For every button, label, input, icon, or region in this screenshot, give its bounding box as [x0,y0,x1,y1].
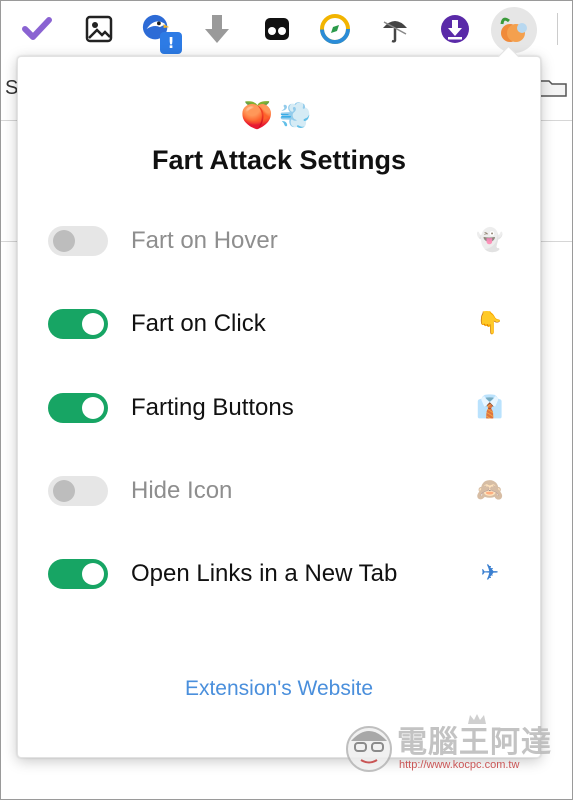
hide-icon-toggle[interactable] [48,476,108,506]
extension-website-link[interactable]: Extension's Website [18,677,540,701]
setting-label: Fart on Click [131,310,266,337]
shirt-icon: 👔 [476,395,504,420]
toggle-knob [53,230,75,252]
ghost-icon: 👻 [476,228,504,253]
toggle-knob [53,480,75,502]
peach-wind-logo-icon: 🍑💨 [240,101,318,131]
watermark: 電腦王阿達 http://www.kocpc.com.tw [341,713,561,783]
see-no-evil-monkey-icon: 🙈 [476,478,504,503]
setting-label: Farting Buttons [131,394,294,421]
ghost-extension-icon[interactable] [261,13,293,45]
toolbar-separator [557,13,558,45]
toggle-knob [82,397,104,419]
toggle-knob [82,563,104,585]
download-arrow-extension-icon[interactable] [201,13,233,45]
image-extension-icon[interactable] [83,13,115,45]
farting-buttons-toggle[interactable] [48,393,108,423]
fart-on-hover-toggle[interactable] [48,226,108,256]
umbrella-extension-icon[interactable] [379,13,411,45]
browser-extension-toolbar: ! [1,1,572,61]
toggle-knob [82,313,104,335]
watermark-text: 電腦王阿達 [397,725,552,760]
setting-label: Fart on Hover [131,227,278,254]
setting-label: Hide Icon [131,477,233,504]
setting-label: Open Links in a New Tab [131,560,398,587]
setting-row-fart-on-click: Fart on Click 👇 [48,307,508,343]
compass-extension-icon[interactable] [319,13,351,45]
setting-row-farting-buttons: Farting Buttons 👔 [48,391,508,427]
fart-attack-extension-icon[interactable] [491,7,537,53]
notification-badge: ! [160,32,182,54]
folder-icon [539,80,567,97]
open-links-new-tab-toggle[interactable] [48,559,108,589]
setting-row-hide-icon: Hide Icon 🙈 [48,474,508,510]
airplane-icon: ✈ [480,561,500,586]
popup-title: Fart Attack Settings [151,145,407,175]
download-circle-extension-icon[interactable] [439,13,471,45]
fart-attack-settings-popup: 🍑💨 Fart Attack Settings Fart on Hover 👻 … [17,56,541,758]
checkmark-extension-icon[interactable] [21,13,53,45]
setting-row-open-links-new-tab: Open Links in a New Tab ✈ [48,557,508,593]
mascot-face-icon [346,726,392,772]
pointing-down-icon: 👇 [476,311,504,336]
screenshot-frame: ! S 🍑💨 Fart Attack Settings Fart on Hove… [0,0,573,800]
watermark-url: http://www.kocpc.com.tw [399,759,520,771]
fart-on-click-toggle[interactable] [48,309,108,339]
setting-row-fart-on-hover: Fart on Hover 👻 [48,224,508,260]
